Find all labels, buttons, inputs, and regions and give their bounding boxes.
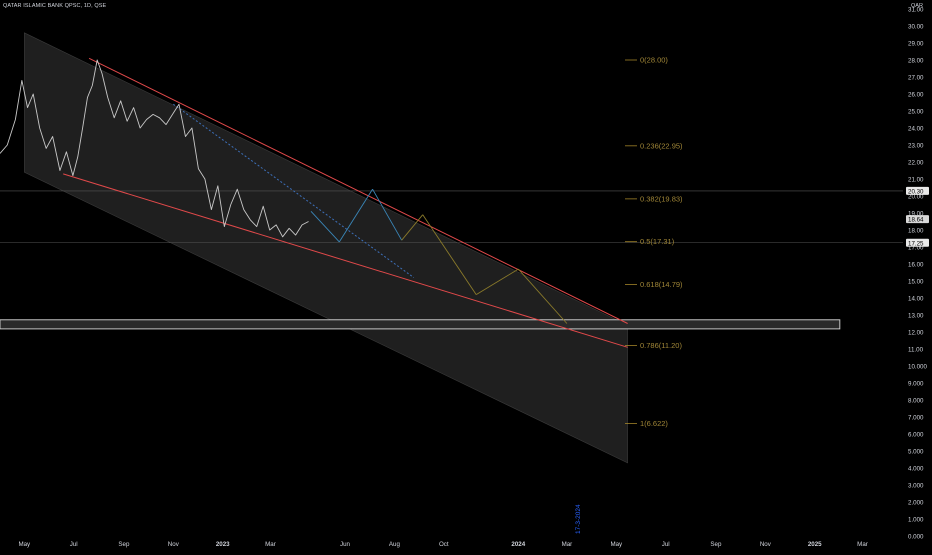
y-tick-label-0: 0.000 (908, 534, 924, 541)
y-tick-label-27: 27.00 (908, 75, 924, 82)
x-tick-label-14: Nov (760, 541, 772, 548)
y-tick-label-12: 12.00 (908, 330, 924, 337)
y-tick-label-30: 30.00 (908, 24, 924, 31)
price-badge-label-0: 20.30 (908, 188, 924, 195)
y-tick-label-2: 2.000 (908, 500, 924, 507)
y-tick-label-16: 16.00 (908, 262, 924, 269)
chart-title: QATAR ISLAMIC BANK QPSC, 1D, QSE (3, 3, 107, 9)
y-tick-label-24: 24.00 (908, 126, 924, 133)
x-tick-label-7: Aug (389, 541, 401, 548)
y-tick-label-6: 6.000 (908, 432, 924, 439)
y-tick-label-18: 18.00 (908, 228, 924, 235)
support-zone[interactable] (0, 319, 841, 330)
y-tick-label-1: 1.000 (908, 517, 924, 524)
currency-label: QAR (911, 3, 923, 9)
x-tick-label-11: May (610, 541, 623, 548)
x-tick-label-5: Mar (265, 541, 276, 548)
fib-label-4: 0.618(14.79) (640, 280, 683, 289)
y-tick-label-23: 23.00 (908, 143, 924, 150)
fib-label-6: 1(6.622) (640, 419, 668, 428)
x-tick-label-16: Mar (857, 541, 868, 548)
x-tick-label-0: May (18, 541, 31, 548)
x-tick-label-2: Sep (118, 541, 130, 548)
x-tick-label-6: Jun (340, 541, 351, 548)
chart-root: 0(28.00) 0.236(22.95) 0.382(19.83) 0.5(17.3… (0, 0, 932, 550)
y-tick-label-25: 25.00 (908, 109, 924, 116)
price-badge-label-2: 17.25 (908, 240, 924, 247)
y-tick-label-28: 28.00 (908, 58, 924, 65)
x-tick-label-13: Sep (710, 541, 722, 548)
x-tick-label-1: Jul (70, 541, 78, 548)
y-tick-label-14: 14.00 (908, 296, 924, 303)
y-tick-label-22: 22.00 (908, 160, 924, 167)
fib-label-3: 0.5(17.31) (640, 237, 675, 246)
y-tick-label-10: 10.000 (908, 364, 927, 371)
fib-label-1: 0.236(22.95) (640, 141, 683, 150)
x-tick-label-10: Mar (562, 541, 573, 548)
fib-label-0: 0(28.00) (640, 56, 668, 65)
y-tick-label-13: 13.00 (908, 313, 924, 320)
x-tick-label-4: 2023 (216, 541, 230, 548)
x-tick-label-15: 2025 (808, 541, 822, 548)
fib-label-5: 0.786(11.20) (640, 341, 682, 350)
y-tick-label-29: 29.00 (908, 41, 924, 48)
y-tick-label-11: 11.00 (908, 347, 924, 354)
y-tick-label-21: 21.00 (908, 177, 924, 184)
x-tick-label-9: 2024 (511, 541, 525, 548)
x-tick-label-3: Nov (168, 541, 180, 548)
y-tick-label-3: 3.000 (908, 483, 924, 490)
chart-canvas[interactable]: 0(28.00) 0.236(22.95) 0.382(19.83) 0.5(17.3… (0, 0, 932, 550)
channel-fill (23, 32, 628, 464)
y-tick-label-9: 9.000 (908, 381, 924, 388)
date-marker-label: 17-3-2024 (575, 504, 582, 534)
y-tick-label-26: 26.00 (908, 92, 924, 99)
y-tick-label-5: 5.000 (908, 449, 924, 456)
y-tick-label-8: 8.000 (908, 398, 924, 405)
fib-label-2: 0.382(19.83) (640, 194, 683, 203)
y-tick-label-15: 15.00 (908, 279, 924, 286)
price-badge-label-1: 18.64 (908, 217, 924, 224)
y-tick-label-7: 7.000 (908, 415, 924, 422)
x-tick-label-8: Oct (439, 541, 449, 548)
y-tick-label-4: 4.000 (908, 466, 924, 473)
x-tick-label-12: Jul (662, 541, 670, 548)
